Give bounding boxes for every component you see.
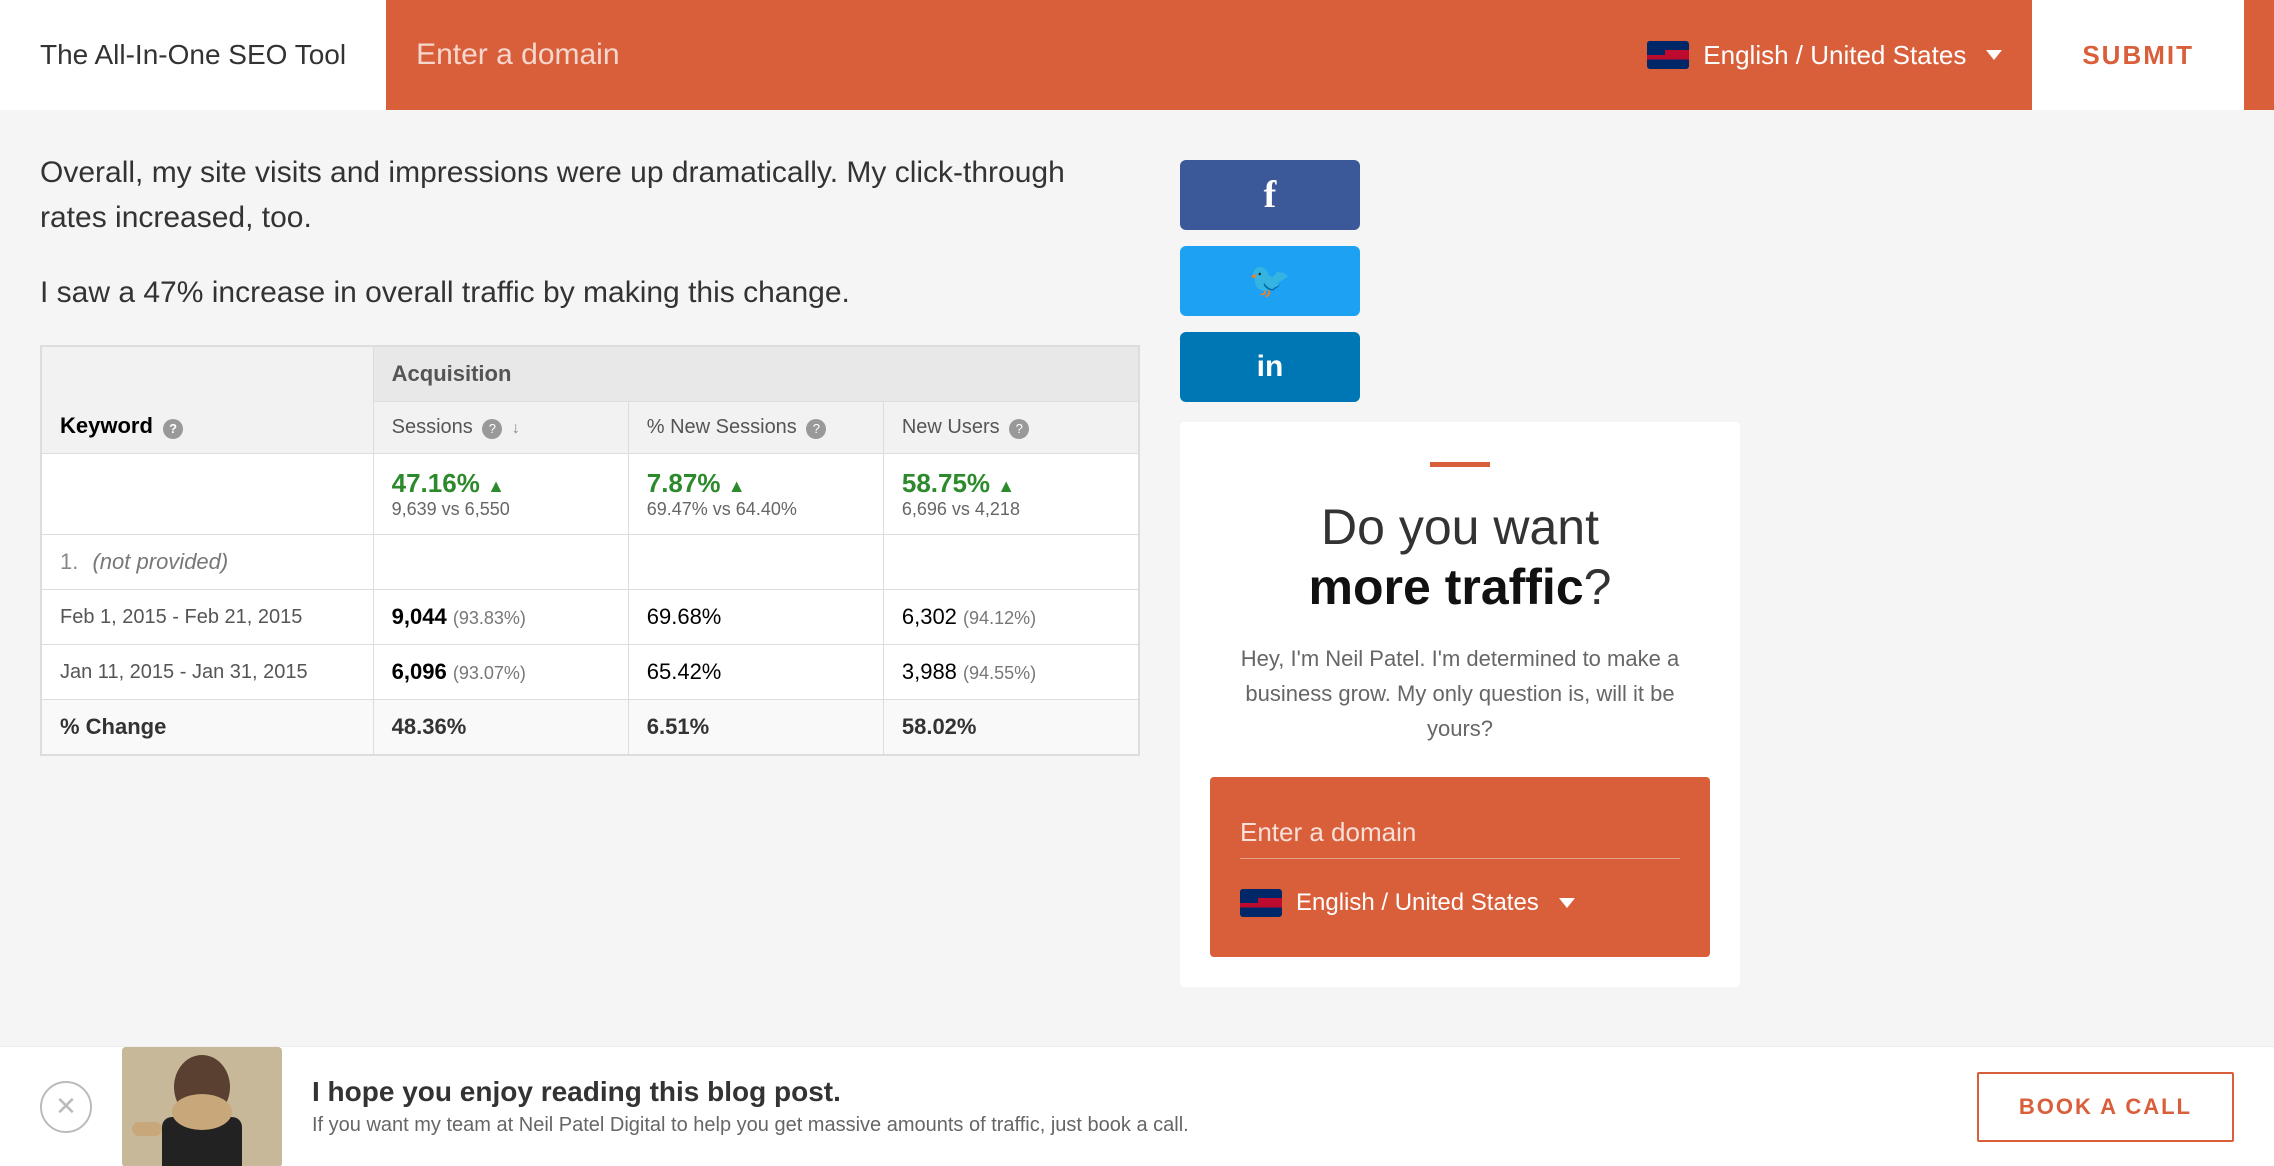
analytics-table: Keyword ? Acquisition Sessions ? ↓ % New… — [41, 346, 1139, 755]
twitter-icon: 🐦 — [1249, 261, 1291, 301]
header: The All-In-One SEO Tool English / United… — [0, 0, 2274, 110]
sessions-compare: 9,639 vs 6,550 — [392, 499, 610, 520]
sessions-help-icon[interactable]: ? — [482, 419, 502, 439]
person-image — [122, 1047, 282, 1166]
pct-change-new-users: 58.02% — [883, 700, 1138, 755]
acquisition-header: Acquisition — [373, 347, 1138, 402]
new-users-compare: 6,696 vs 4,218 — [902, 499, 1120, 520]
table-row-pct-change: % Change 48.36% 6.51% 58.02% — [42, 700, 1139, 755]
cta-domain-input[interactable] — [1240, 807, 1680, 859]
social-icons: f 🐦 in — [1180, 160, 1740, 402]
header-language-selector[interactable]: English / United States — [1617, 40, 2032, 71]
facebook-button[interactable]: f — [1180, 160, 1360, 230]
cta-flag-icon — [1240, 889, 1282, 917]
intro-paragraph-2: I saw a 47% increase in overall traffic … — [40, 270, 1140, 315]
bottom-bar-subtitle: If you want my team at Neil Patel Digita… — [312, 1114, 1947, 1137]
analytics-table-wrapper: Keyword ? Acquisition Sessions ? ↓ % New… — [40, 345, 1140, 756]
header-search-bar: English / United States SUBMIT — [386, 0, 2274, 110]
cta-language-row[interactable]: English / United States — [1240, 879, 1680, 927]
flag-icon — [1647, 41, 1689, 69]
chevron-down-icon — [1986, 50, 2002, 60]
keyword-col-header: Keyword — [60, 413, 153, 438]
keyword-cell: (not provided) — [92, 549, 228, 574]
book-call-button[interactable]: BOOK A CALL — [1977, 1072, 2234, 1142]
facebook-icon: f — [1264, 173, 1277, 217]
cta-language-label: English / United States — [1296, 889, 1539, 917]
date-label: Jan 11, 2015 - Jan 31, 2015 — [42, 645, 374, 700]
table-row-summary: 47.16% ▲ 9,639 vs 6,550 7.87% ▲ 69.47% v… — [42, 454, 1139, 535]
traffic-title: Do you want more traffic? — [1210, 497, 1710, 617]
new-sessions-cell: 69.68% — [628, 590, 883, 645]
traffic-widget: Do you want more traffic? Hey, I'm Neil … — [1180, 422, 1740, 987]
new-users-cell: 6,302 (94.12%) — [883, 590, 1138, 645]
twitter-button[interactable]: 🐦 — [1180, 246, 1360, 316]
bottom-bar-title: I hope you enjoy reading this blog post. — [312, 1076, 1947, 1108]
main-content: Overall, my site visits and impressions … — [0, 110, 2274, 987]
sessions-stat: 47.16% ▲ — [392, 468, 610, 499]
traffic-desc: Hey, I'm Neil Patel. I'm determined to m… — [1210, 641, 1710, 747]
site-logo: The All-In-One SEO Tool — [0, 39, 386, 71]
keyword-help-icon[interactable]: ? — [163, 419, 183, 439]
intro-paragraph: Overall, my site visits and impressions … — [40, 150, 1140, 240]
header-language-label: English / United States — [1703, 40, 1966, 71]
sort-icon: ↓ — [512, 420, 520, 438]
table-row: 1. (not provided) — [42, 535, 1139, 590]
new-sessions-col-header: % New Sessions ? — [628, 402, 883, 454]
new-sessions-cell: 65.42% — [628, 645, 883, 700]
pct-change-label: % Change — [42, 700, 374, 755]
new-sessions-compare: 69.47% vs 64.40% — [647, 499, 865, 520]
sessions-cell: 9,044 (93.83%) — [373, 590, 628, 645]
close-button[interactable]: ✕ — [40, 1081, 92, 1133]
close-icon: ✕ — [55, 1091, 77, 1122]
date-label: Feb 1, 2015 - Feb 21, 2015 — [42, 590, 374, 645]
pct-change-new-sessions: 6.51% — [628, 700, 883, 755]
table-row: Jan 11, 2015 - Jan 31, 2015 6,096 (93.07… — [42, 645, 1139, 700]
new-users-cell: 3,988 (94.55%) — [883, 645, 1138, 700]
bottom-bar: ✕ I hope you enjoy reading this blog pos… — [0, 1046, 2274, 1166]
linkedin-button[interactable]: in — [1180, 332, 1360, 402]
submit-button[interactable]: SUBMIT — [2032, 0, 2244, 110]
left-column: Overall, my site visits and impressions … — [40, 150, 1140, 987]
row-number: 1. — [60, 549, 78, 574]
sessions-col-header: Sessions ? ↓ — [373, 402, 628, 454]
cta-chevron-down-icon — [1559, 898, 1575, 908]
accent-line — [1430, 462, 1490, 467]
new-users-col-header: New Users ? — [883, 402, 1138, 454]
pct-change-sessions: 48.36% — [373, 700, 628, 755]
new-users-stat: 58.75% ▲ — [902, 468, 1120, 499]
right-column: f 🐦 in Do you want more traffic? Hey, I'… — [1180, 150, 1740, 987]
new-sessions-help-icon[interactable]: ? — [806, 419, 826, 439]
new-sessions-stat: 7.87% ▲ — [647, 468, 865, 499]
linkedin-icon: in — [1257, 350, 1284, 384]
cta-domain-box: English / United States — [1210, 777, 1710, 957]
table-row: Feb 1, 2015 - Feb 21, 2015 9,044 (93.83%… — [42, 590, 1139, 645]
new-users-help-icon[interactable]: ? — [1009, 419, 1029, 439]
header-domain-input[interactable] — [416, 28, 1617, 82]
bottom-bar-text: I hope you enjoy reading this blog post.… — [312, 1076, 1947, 1137]
sessions-cell: 6,096 (93.07%) — [373, 645, 628, 700]
